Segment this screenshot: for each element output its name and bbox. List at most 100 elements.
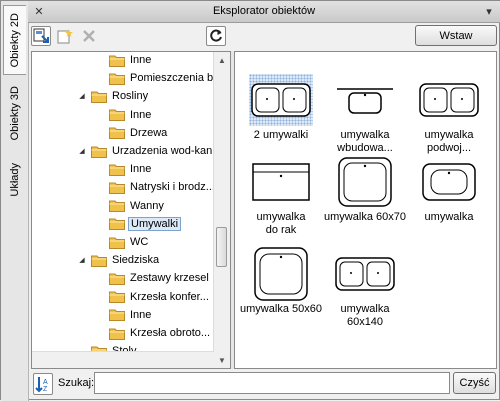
toolbar: Wstaw	[28, 23, 500, 49]
object-tile[interactable]: umywalka 60x140	[323, 248, 407, 329]
folder-icon	[109, 182, 125, 194]
tab-layouts[interactable]: Układy	[3, 151, 26, 209]
object-caption: umywalka do rak	[256, 211, 306, 236]
built-in-sink-icon	[333, 74, 397, 126]
delete-icon	[83, 30, 95, 42]
scroll-thumb[interactable]	[216, 227, 227, 267]
folder-icon	[109, 200, 125, 213]
sort-icon: AZ	[35, 377, 48, 393]
tree-item[interactable]: Pomieszczenia biur...	[95, 69, 230, 87]
search-label: Szukaj:	[58, 377, 95, 389]
folder-icon	[91, 91, 107, 103]
scroll-up-icon[interactable]: ▲	[214, 52, 230, 68]
object-tile[interactable]: umywalka podwoj...	[407, 74, 491, 155]
tree-item[interactable]: Inne	[95, 160, 153, 178]
tree-item-label: Rosliny	[112, 90, 149, 103]
object-explorer-window: Obiekty 2D Obiekty 3D Układy ✕ Eksplorat…	[0, 0, 500, 401]
folder-icon	[91, 146, 107, 158]
tree-item[interactable]: Krzesła konfer...	[95, 288, 211, 306]
delete-button[interactable]	[79, 26, 99, 46]
tree-item[interactable]: ◢ Rosliny	[77, 87, 150, 105]
folder-icon	[109, 328, 125, 340]
tree-item[interactable]: Inne	[95, 306, 153, 324]
tab-objects-3d-label: Obiekty 3D	[8, 85, 21, 141]
object-tile[interactable]: umywalka do rak	[239, 156, 323, 237]
scroll-down-icon[interactable]: ▼	[214, 352, 230, 368]
tree-item[interactable]: Inne	[95, 106, 153, 124]
tree-item-label: Natryski i brodz...	[130, 181, 215, 194]
folder-icon	[109, 73, 125, 85]
new-object-icon	[57, 29, 73, 44]
tree-item-label: Urzadzenia wod-kan	[112, 145, 213, 157]
window-title: Eksplorator obiektów	[212, 5, 316, 17]
tree-item-label: Krzesła konfer...	[130, 290, 209, 303]
new-object-button[interactable]	[55, 26, 75, 46]
object-grid: 2 umywalki umywalka wbudowa... umywalka podw…	[234, 51, 497, 369]
refresh-icon	[210, 29, 222, 42]
tree-item-label: Wanny	[130, 199, 164, 212]
tree-item-label: Inne	[130, 163, 152, 176]
tree-item[interactable]: Inne	[95, 52, 153, 69]
tree-horizontal-scrollbar[interactable]	[32, 351, 214, 368]
expand-arrow-icon[interactable]: ◢	[77, 147, 87, 155]
tab-objects-2d[interactable]: Obiekty 2D	[3, 5, 26, 75]
tree-item[interactable]: Wanny	[95, 197, 166, 215]
title-bar: ✕ Eksplorator obiektów ▾	[28, 1, 500, 23]
folder-icon	[109, 237, 125, 249]
side-tab-strip: Obiekty 2D Obiekty 3D Układy	[1, 1, 29, 401]
object-caption: umywalka wbudowa...	[337, 129, 393, 154]
clear-search-button[interactable]: Czyść	[453, 372, 496, 394]
svg-text:Z: Z	[43, 386, 48, 393]
tree-item-label: Umywalki	[128, 216, 182, 231]
tree-vertical-scrollbar[interactable]: ▲ ▼	[213, 52, 230, 368]
double-sink-icon	[249, 74, 313, 126]
tree-item[interactable]: Drzewa	[95, 124, 169, 142]
object-tile[interactable]: 2 umywalki	[239, 74, 323, 142]
object-caption: 2 umywalki	[253, 129, 309, 141]
folder-icon	[109, 309, 125, 322]
object-tile[interactable]: umywalka 50x60	[239, 247, 323, 316]
search-input[interactable]	[94, 372, 450, 394]
svg-text:A: A	[43, 379, 48, 386]
folder-icon	[109, 164, 125, 176]
category-tree: Inne Pomieszczenia biur... ◢ Rosliny Inne Drz…	[31, 51, 231, 369]
double-sink-icon	[333, 248, 397, 300]
tree-item[interactable]: ◢ Urzadzenia wod-kan	[77, 142, 214, 160]
sink-60x70-icon	[333, 156, 397, 208]
round-sink-icon	[417, 156, 481, 208]
tree-item[interactable]: ◢ Siedziska	[77, 251, 161, 269]
object-caption: umywalka	[424, 211, 474, 223]
tree-item[interactable]: Krzesła obroto...	[95, 324, 212, 342]
import-button[interactable]	[31, 26, 51, 46]
tree-item-label: Zestawy krzesel	[130, 272, 209, 285]
search-sort-button[interactable]: AZ	[33, 373, 53, 395]
tab-objects-3d[interactable]: Obiekty 3D	[3, 77, 26, 149]
object-tile[interactable]: umywalka 60x70	[323, 156, 407, 224]
menu-icon[interactable]: ▾	[482, 4, 496, 18]
tab-objects-2d-label: Obiekty 2D	[9, 12, 21, 68]
object-tile[interactable]: umywalka	[407, 156, 491, 224]
double-sink-icon	[417, 74, 481, 126]
object-caption: umywalka 60x70	[324, 211, 406, 223]
folder-icon	[109, 218, 125, 231]
tree-item-label: Inne	[130, 308, 152, 321]
object-tile[interactable]: umywalka wbudowa...	[323, 74, 407, 155]
insert-button[interactable]: Wstaw	[415, 25, 497, 46]
tree-item[interactable]: WC	[95, 233, 150, 251]
refresh-button[interactable]	[206, 26, 226, 46]
hand-sink-icon	[249, 156, 313, 208]
tree-item-label: WC	[130, 236, 149, 248]
folder-icon	[109, 291, 125, 304]
tree-item[interactable]: Umywalki	[95, 215, 182, 233]
expand-arrow-icon[interactable]: ◢	[77, 92, 87, 100]
tree-item-label: Drzewa	[130, 126, 168, 139]
tree-item-label: Krzesła obroto...	[130, 327, 211, 339]
expand-arrow-icon[interactable]: ◢	[77, 256, 87, 264]
folder-icon	[109, 109, 125, 122]
tree-item-label: Siedziska	[112, 254, 160, 267]
folder-icon	[109, 273, 125, 285]
import-icon	[33, 28, 49, 43]
tree-item[interactable]: Natryski i brodz...	[95, 178, 217, 196]
sink-50x60-icon	[249, 247, 313, 301]
tree-item[interactable]: Zestawy krzesel	[95, 269, 211, 287]
